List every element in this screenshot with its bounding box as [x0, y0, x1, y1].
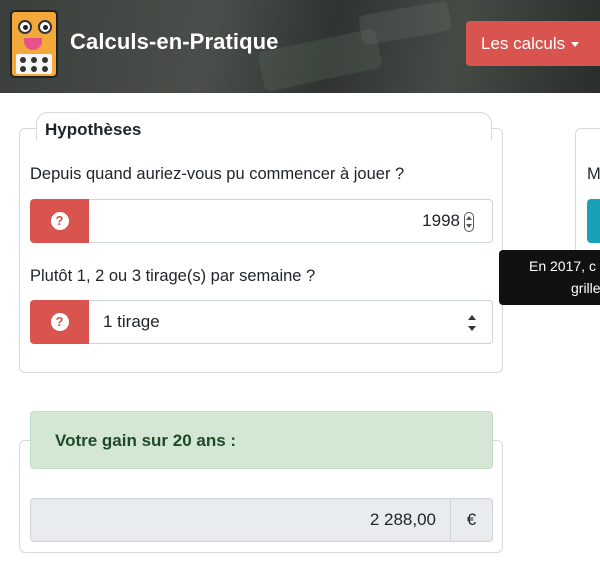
- draws-per-week-select[interactable]: 1 tirage: [89, 300, 493, 344]
- tooltip-line-1: En 2017, c: [529, 258, 596, 274]
- start-year-input[interactable]: 1998: [89, 199, 493, 243]
- select-arrows-icon: [468, 315, 476, 331]
- site-header: Calculs-en-Pratique Les calculs: [0, 0, 600, 93]
- draws-per-week-group: ? 1 tirage: [30, 300, 493, 344]
- right-panel-label: M: [587, 165, 600, 183]
- start-year-label: Depuis quand auriez-vous pu commencer à …: [30, 165, 405, 183]
- tooltip-line-2: grille: [571, 280, 600, 296]
- draws-selected-value: 1 tirage: [103, 312, 160, 331]
- result-value: 2 288,00: [30, 498, 451, 542]
- calculations-menu-label: Les calculs: [481, 34, 566, 53]
- question-circle-icon: ?: [50, 313, 69, 331]
- hypotheses-title: Hypothèses: [36, 112, 492, 140]
- hypotheses-title-text: Hypothèses: [45, 120, 142, 139]
- start-year-group: ? 1998: [30, 199, 493, 243]
- logo-eye-right: [38, 20, 52, 34]
- right-panel-info-button[interactable]: [587, 199, 600, 243]
- question-circle-icon: ?: [50, 212, 69, 230]
- logo-eye-left: [18, 20, 32, 34]
- calculations-menu-button[interactable]: Les calculs: [466, 21, 600, 66]
- start-year-value: 1998: [422, 211, 460, 230]
- logo-tongue: [24, 38, 42, 50]
- caret-down-icon: [571, 42, 580, 48]
- start-year-help-button[interactable]: ?: [30, 199, 89, 243]
- logo-keypad: [16, 54, 52, 74]
- site-logo[interactable]: [10, 10, 58, 78]
- result-unit: €: [451, 498, 493, 542]
- draws-help-button[interactable]: ?: [30, 300, 89, 344]
- number-spinner-icon[interactable]: [464, 212, 474, 232]
- site-brand[interactable]: Calculs-en-Pratique: [70, 29, 279, 55]
- result-group: 2 288,00 €: [30, 498, 493, 542]
- result-title: Votre gain sur 20 ans :: [30, 411, 493, 469]
- draws-per-week-label: Plutôt 1, 2 ou 3 tirage(s) par semaine ?: [30, 267, 316, 285]
- help-tooltip: En 2017, c grille: [499, 250, 600, 305]
